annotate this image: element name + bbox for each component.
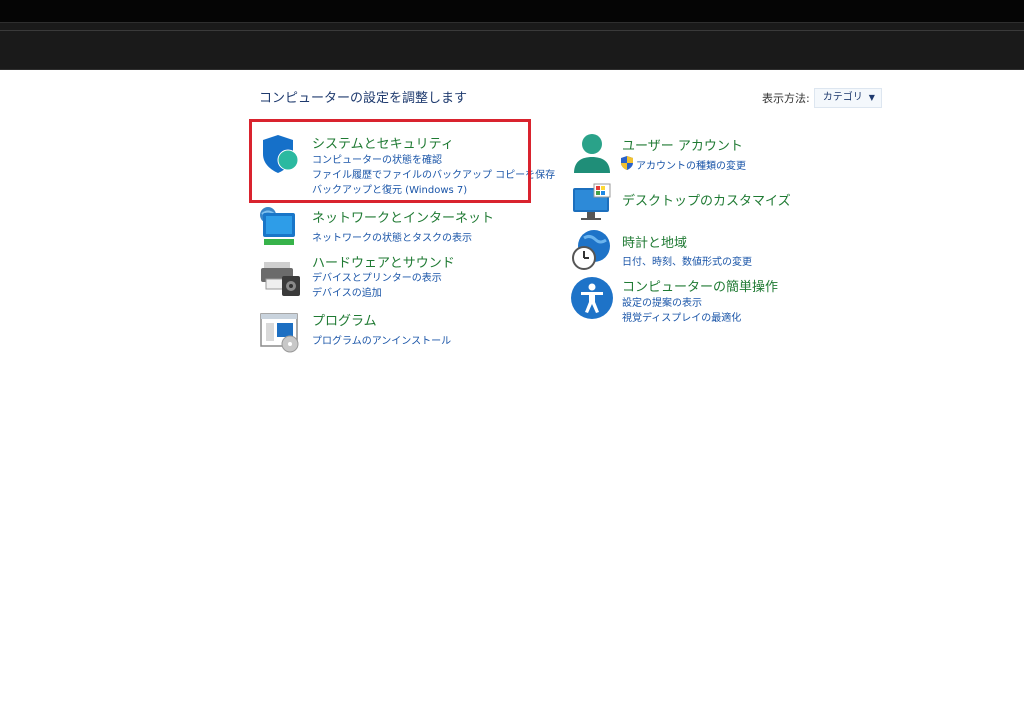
category-user-accounts[interactable]: ユーザー アカウント bbox=[622, 135, 743, 154]
highlight-box bbox=[249, 119, 531, 203]
user-icon[interactable] bbox=[570, 131, 614, 175]
uac-shield-icon bbox=[621, 155, 633, 170]
category-ease-of-access[interactable]: コンピューターの簡単操作 bbox=[622, 276, 778, 295]
link-change-date-time[interactable]: 日付、時刻、数値形式の変更 bbox=[622, 253, 752, 268]
clock-globe-icon[interactable] bbox=[570, 228, 614, 272]
view-by: 表示方法: カテゴリ ▼ bbox=[762, 88, 882, 108]
address-bar-area bbox=[0, 22, 1024, 70]
view-by-label: 表示方法: bbox=[762, 92, 810, 105]
programs-icon[interactable] bbox=[258, 310, 302, 354]
network-icon[interactable] bbox=[258, 205, 302, 249]
category-network-internet[interactable]: ネットワークとインターネット bbox=[312, 207, 494, 226]
desktop-personalize-icon[interactable] bbox=[570, 182, 614, 226]
view-by-dropdown[interactable]: カテゴリ ▼ bbox=[813, 88, 882, 108]
category-programs[interactable]: プログラム bbox=[312, 310, 377, 329]
accessibility-icon[interactable] bbox=[570, 276, 614, 320]
link-suggested-settings[interactable]: 設定の提案の表示 bbox=[622, 294, 702, 309]
link-optimize-display[interactable]: 視覚ディスプレイの最適化 bbox=[622, 309, 741, 324]
page-title: コンピューターの設定を調整します bbox=[259, 91, 468, 106]
printer-speaker-icon[interactable] bbox=[258, 254, 302, 298]
chevron-down-icon: ▼ bbox=[868, 93, 875, 102]
link-uninstall-program[interactable]: プログラムのアンインストール bbox=[312, 332, 451, 347]
link-network-status[interactable]: ネットワークの状態とタスクの表示 bbox=[312, 229, 472, 244]
view-by-value: カテゴリ bbox=[822, 92, 863, 103]
window-top-bar bbox=[0, 0, 1024, 22]
link-add-device[interactable]: デバイスの追加 bbox=[312, 284, 382, 299]
link-change-account-type[interactable]: アカウントの種類の変更 bbox=[636, 157, 746, 172]
link-devices-printers[interactable]: デバイスとプリンターの表示 bbox=[312, 269, 442, 284]
category-desktop-customize[interactable]: デスクトップのカスタマイズ bbox=[622, 190, 791, 209]
category-clock-region[interactable]: 時計と地域 bbox=[622, 232, 687, 251]
